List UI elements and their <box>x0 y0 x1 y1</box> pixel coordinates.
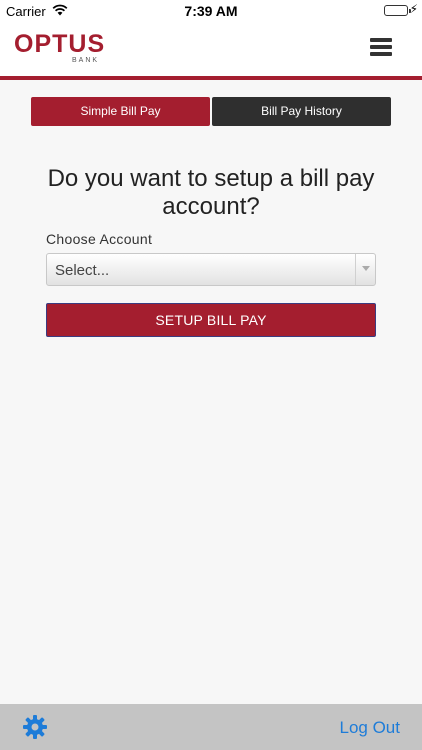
log-out-link[interactable]: Log Out <box>340 718 401 738</box>
account-select[interactable]: Select... <box>46 253 376 286</box>
optus-bank-logo: OPTUS BANK <box>14 30 110 70</box>
tab-bill-pay-history[interactable]: Bill Pay History <box>212 97 391 126</box>
bill-pay-tabs: Simple Bill Pay Bill Pay History <box>31 97 391 126</box>
charging-bolt-icon: ⚡ <box>409 2 418 16</box>
logo-subtext: BANK <box>72 57 100 64</box>
bottom-toolbar: Log Out <box>0 704 422 750</box>
battery-icon <box>384 5 411 16</box>
chevron-down-icon <box>362 266 370 271</box>
app-header: OPTUS BANK <box>0 22 422 76</box>
setup-bill-pay-button[interactable]: SETUP BILL PAY <box>46 303 376 337</box>
tab-simple-bill-pay[interactable]: Simple Bill Pay <box>31 97 210 126</box>
header-divider <box>0 76 422 80</box>
dropdown-caret-box <box>355 254 375 285</box>
logo-wordmark: OPTUS <box>14 30 106 58</box>
choose-account-label: Choose Account <box>46 231 153 247</box>
hamburger-menu-icon[interactable] <box>370 38 392 56</box>
clock: 7:39 AM <box>184 3 238 19</box>
status-bar: Carrier 7:39 AM ⚡ <box>0 0 422 22</box>
setup-question: Do you want to setup a bill pay account? <box>47 165 375 220</box>
gear-icon[interactable] <box>22 714 48 740</box>
account-select-value: Select... <box>55 262 110 279</box>
